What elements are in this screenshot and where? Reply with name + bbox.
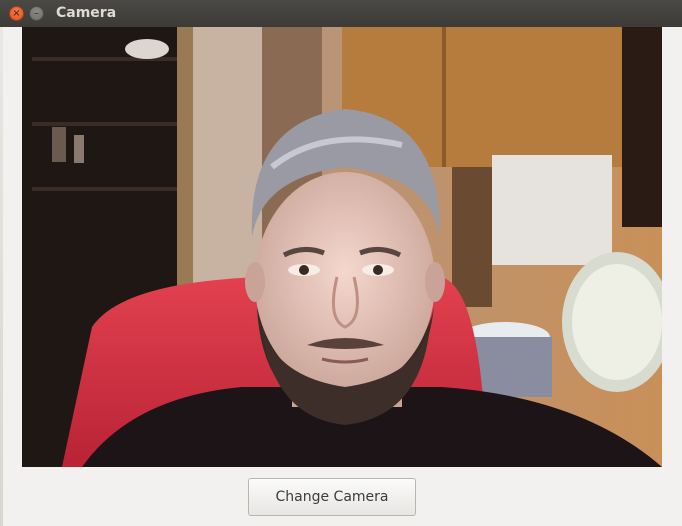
camera-feed — [22, 27, 662, 467]
title-bar: × – Camera — [0, 0, 682, 27]
close-icon[interactable]: × — [9, 6, 24, 21]
window-title: Camera — [56, 5, 117, 21]
background-window-edge — [0, 27, 3, 526]
change-camera-button[interactable]: Change Camera — [248, 478, 416, 516]
camera-image — [22, 27, 662, 467]
minimize-icon[interactable]: – — [29, 6, 44, 21]
